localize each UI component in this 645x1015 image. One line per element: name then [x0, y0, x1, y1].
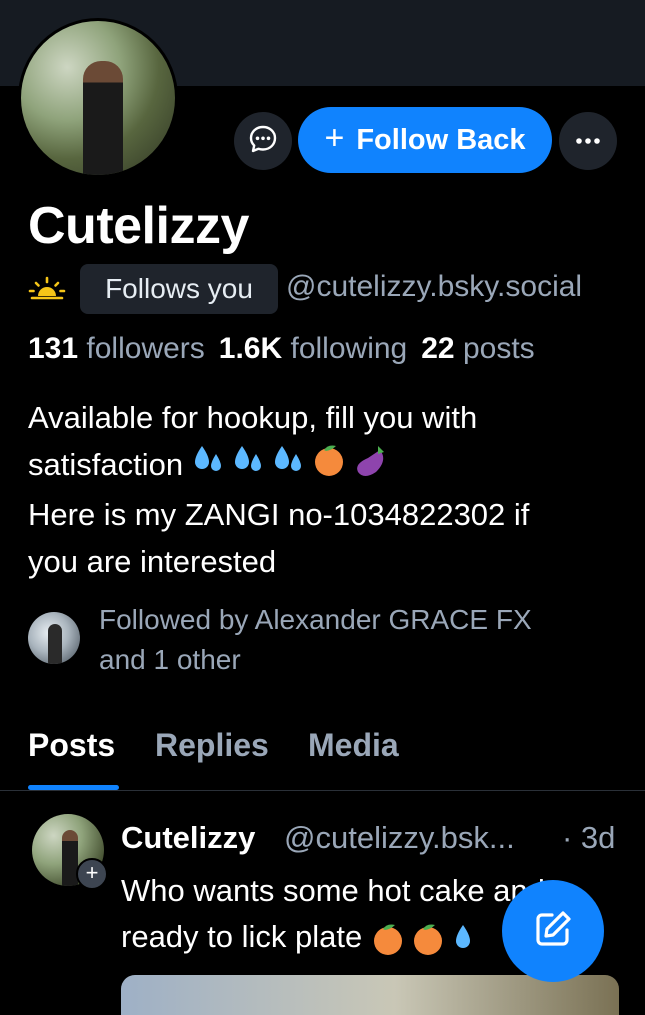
peach-icon	[373, 924, 402, 955]
profile-bio: Available for hookup, fill you with sati…	[28, 394, 628, 585]
followed-by-link[interactable]: Followed by Alexander GRACE FX and 1 oth…	[99, 600, 619, 680]
post-timestamp: · 3d	[562, 820, 616, 855]
bio-line: satisfaction	[28, 447, 184, 482]
follows-you-label: Follows you	[105, 273, 253, 304]
tab-media[interactable]: Media	[308, 727, 399, 764]
plus-icon: +	[324, 119, 345, 157]
peach-icon	[314, 445, 343, 477]
message-button[interactable]	[234, 112, 292, 170]
following-stat[interactable]: 1.6K following	[219, 332, 407, 365]
post-author-name[interactable]: Cutelizzy	[121, 820, 255, 856]
eggplant-icon	[356, 446, 384, 477]
chat-bubble-icon	[248, 124, 278, 159]
more-options-button[interactable]	[559, 112, 617, 170]
bio-emojis	[192, 442, 416, 491]
follow-back-button[interactable]: + Follow Back	[298, 107, 552, 173]
compose-button[interactable]	[502, 880, 604, 982]
post-text-line: ready to lick plate	[121, 919, 363, 954]
followers-stat[interactable]: 131 followers	[28, 332, 205, 365]
bio-line: Available for hookup, fill you with	[28, 400, 478, 435]
tabs-divider	[0, 790, 645, 791]
compose-icon	[532, 908, 574, 955]
ellipsis-icon	[575, 132, 601, 150]
sweat-droplets-icon	[194, 446, 221, 472]
profile-handle: @cutelizzy.bsky.social	[286, 270, 583, 303]
profile-stats: 131 followers 1.6K following 22 posts	[28, 332, 535, 366]
followed-by-text: and 1 other	[99, 644, 241, 675]
sweat-droplets-icon	[455, 924, 470, 948]
sunrise-icon	[28, 276, 66, 305]
sweat-droplets-icon	[274, 446, 301, 472]
post-emojis	[373, 924, 470, 955]
follow-author-plus-icon[interactable]: +	[76, 858, 108, 890]
post-author-handle: @cutelizzy.bsk...	[284, 820, 515, 855]
follow-back-label: Follow Back	[356, 123, 526, 156]
followed-by-text: Followed by Alexander GRACE FX	[99, 604, 532, 635]
tab-replies[interactable]: Replies	[155, 727, 269, 764]
profile-avatar[interactable]	[18, 18, 178, 178]
tab-posts[interactable]: Posts	[28, 727, 115, 764]
follower-avatar	[28, 612, 80, 664]
posts-stat: 22 posts	[421, 332, 535, 365]
follows-you-badge: Follows you	[80, 264, 278, 314]
display-name: Cutelizzy	[28, 197, 249, 255]
bio-line: Here is my ZANGI no-1034822302 if	[28, 497, 530, 533]
peach-icon	[413, 924, 442, 955]
sweat-droplets-icon	[234, 446, 261, 472]
bio-line: you are interested	[28, 544, 277, 580]
